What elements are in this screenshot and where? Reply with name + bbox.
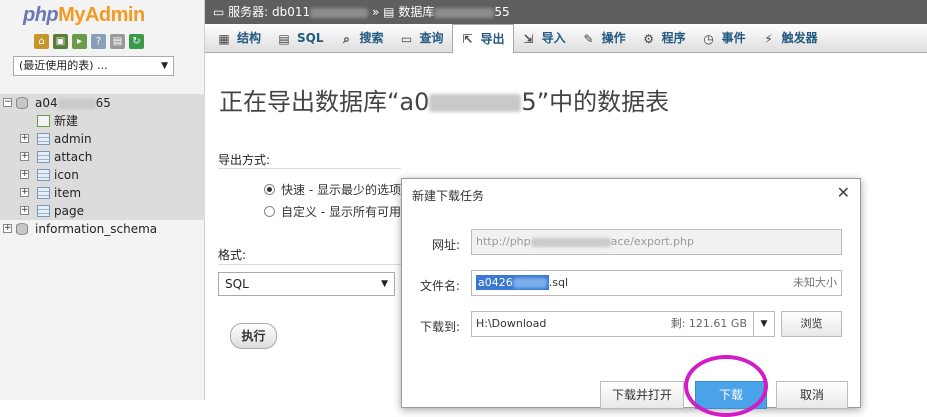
tab-bar: ▦ 结构 ▤ SQL ⌕ 搜索 ▭ 查询 ⇱ 导出 ⇲ 导入 ✎ 操作 ⚙ 程序 ◷ 事件 ⚡ 触发… <box>205 24 927 54</box>
breadcrumb: ▭ 服务器: db011 » ▤ 数据库 55 <box>205 0 927 24</box>
breadcrumb-database[interactable]: 数据库 <box>398 5 434 19</box>
save-path-field[interactable]: H:\Download 剩: 121.61 GB <box>471 311 754 337</box>
reload-icon[interactable]: ↻ <box>129 34 144 49</box>
routines-icon: ⚙ <box>643 31 654 46</box>
tab-structure[interactable]: ▦ 结构 <box>209 24 269 53</box>
format-label: 格式: <box>218 248 247 262</box>
tree-table-page[interactable]: + page <box>0 202 205 220</box>
home-icon[interactable]: ⌂ <box>34 34 49 49</box>
chevron-down-icon[interactable]: ▼ <box>753 311 775 337</box>
tree-table-label: item <box>54 186 82 200</box>
tab-events[interactable]: ◷ 事件 <box>694 24 754 53</box>
page-title: 正在导出数据库“a0 5”中的数据表 <box>219 88 670 116</box>
divider <box>218 168 401 169</box>
dialog-title: 新建下载任务 <box>412 189 485 203</box>
tab-import[interactable]: ⇲ 导入 <box>514 24 574 53</box>
tab-search[interactable]: ⌕ 搜索 <box>332 24 392 53</box>
database-icon <box>16 97 28 109</box>
free-space: 剩: 121.61 GB <box>670 317 747 330</box>
wrench-icon: ✎ <box>583 31 594 46</box>
server-icon: ▭ <box>213 5 225 19</box>
expand-icon[interactable]: + <box>20 170 29 179</box>
query-window-icon[interactable]: ▸ <box>72 34 87 49</box>
navigation-panel: phpMyAdmin ⌂ ▣ ▸ ? ▤ ↻ (最近使用的表) ... ▼ − … <box>0 0 205 400</box>
table-icon <box>37 169 50 181</box>
tab-operations[interactable]: ✎ 操作 <box>574 24 634 53</box>
sql-icon: ▤ <box>278 31 290 46</box>
triggers-icon: ⚡ <box>764 31 773 46</box>
breadcrumb-server[interactable]: 服务器: db011 <box>228 5 310 19</box>
export-icon: ⇱ <box>462 32 473 46</box>
tree-table-label: attach <box>54 150 93 164</box>
new-download-dialog: 新建下载任务 ✕ 网址: http://php ace/export.php 文件… <box>401 178 861 409</box>
tab-routines[interactable]: ⚙ 程序 <box>634 24 694 53</box>
format-select[interactable]: SQL ▼ <box>218 272 395 296</box>
radio-unchecked-icon[interactable] <box>264 206 275 217</box>
database-icon <box>16 223 28 235</box>
tree-table-label: icon <box>54 168 79 182</box>
table-icon <box>37 187 50 199</box>
tree-new-table[interactable]: 新建 <box>0 112 205 130</box>
expand-icon[interactable]: + <box>3 224 12 233</box>
saveto-label: 下载到: <box>419 320 460 334</box>
tree-table-admin[interactable]: + admin <box>0 130 205 148</box>
close-icon[interactable]: ✕ <box>837 183 850 202</box>
radio-checked-icon[interactable] <box>264 184 275 195</box>
radio-quick-export[interactable]: 快速 - 显示最少的选项 <box>264 181 401 198</box>
phpmyadmin-logo[interactable]: phpMyAdmin <box>23 4 145 27</box>
chevron-down-icon: ▼ <box>381 279 388 289</box>
table-icon <box>37 205 50 217</box>
filename-field[interactable]: a0426 .sql 未知大小 <box>471 270 842 296</box>
import-icon: ⇲ <box>523 31 534 46</box>
filename-label: 文件名: <box>419 279 460 293</box>
browse-button[interactable]: 浏览 <box>781 311 842 337</box>
tab-export[interactable]: ⇱ 导出 <box>451 24 514 54</box>
go-button[interactable]: 执行 <box>230 323 277 349</box>
download-and-open-button[interactable]: 下载并打开 <box>600 381 684 409</box>
tab-triggers[interactable]: ⚡ 触发器 <box>754 24 826 53</box>
divider <box>218 264 401 265</box>
size-hint: 未知大小 <box>793 276 837 289</box>
cancel-button[interactable]: 取消 <box>776 381 848 409</box>
tree-new-label: 新建 <box>54 114 79 128</box>
expand-icon[interactable]: + <box>20 134 29 143</box>
url-field: http://php ace/export.php <box>471 229 842 255</box>
db-name: a04 <box>35 96 58 110</box>
query-icon: ▭ <box>400 31 413 46</box>
new-table-icon <box>37 115 50 127</box>
table-icon <box>37 151 50 163</box>
tree-db-node[interactable]: − a04 65 <box>0 94 205 112</box>
tree-table-item[interactable]: + item <box>0 184 205 202</box>
expand-icon[interactable]: + <box>20 188 29 197</box>
export-method-label: 导出方式: <box>218 153 271 167</box>
db-name: information_schema <box>35 222 158 236</box>
logout-icon[interactable]: ▣ <box>53 34 68 49</box>
recent-tables-select[interactable]: (最近使用的表) ... ▼ <box>13 56 174 76</box>
expand-icon[interactable]: + <box>20 206 29 215</box>
docs-icon[interactable]: ? <box>91 34 106 49</box>
tab-sql[interactable]: ▤ SQL <box>269 24 332 53</box>
database-tree: − a04 65 新建 + admin + attach + icon + it… <box>0 94 205 238</box>
database-icon: ▤ <box>383 5 395 19</box>
structure-icon: ▦ <box>218 31 230 46</box>
tree-table-label: page <box>54 204 84 218</box>
tree-table-attach[interactable]: + attach <box>0 148 205 166</box>
clock-icon: ◷ <box>703 31 714 46</box>
table-icon <box>37 133 50 145</box>
url-label: 网址: <box>431 238 460 252</box>
tree-db-information-schema[interactable]: + information_schema <box>0 220 205 238</box>
search-icon: ⌕ <box>343 31 350 46</box>
nav-icon-bar: ⌂ ▣ ▸ ? ▤ ↻ <box>34 34 144 49</box>
sql-docs-icon[interactable]: ▤ <box>110 34 125 49</box>
expand-icon[interactable]: + <box>20 152 29 161</box>
radio-custom-export[interactable]: 自定义 - 显示所有可用 <box>264 203 401 220</box>
tree-table-icon[interactable]: + icon <box>0 166 205 184</box>
tree-table-label: admin <box>54 132 92 146</box>
highlight-circle-annotation <box>684 355 768 417</box>
collapse-icon[interactable]: − <box>3 98 12 107</box>
chevron-down-icon: ▼ <box>161 61 168 71</box>
tab-query[interactable]: ▭ 查询 <box>392 24 452 53</box>
